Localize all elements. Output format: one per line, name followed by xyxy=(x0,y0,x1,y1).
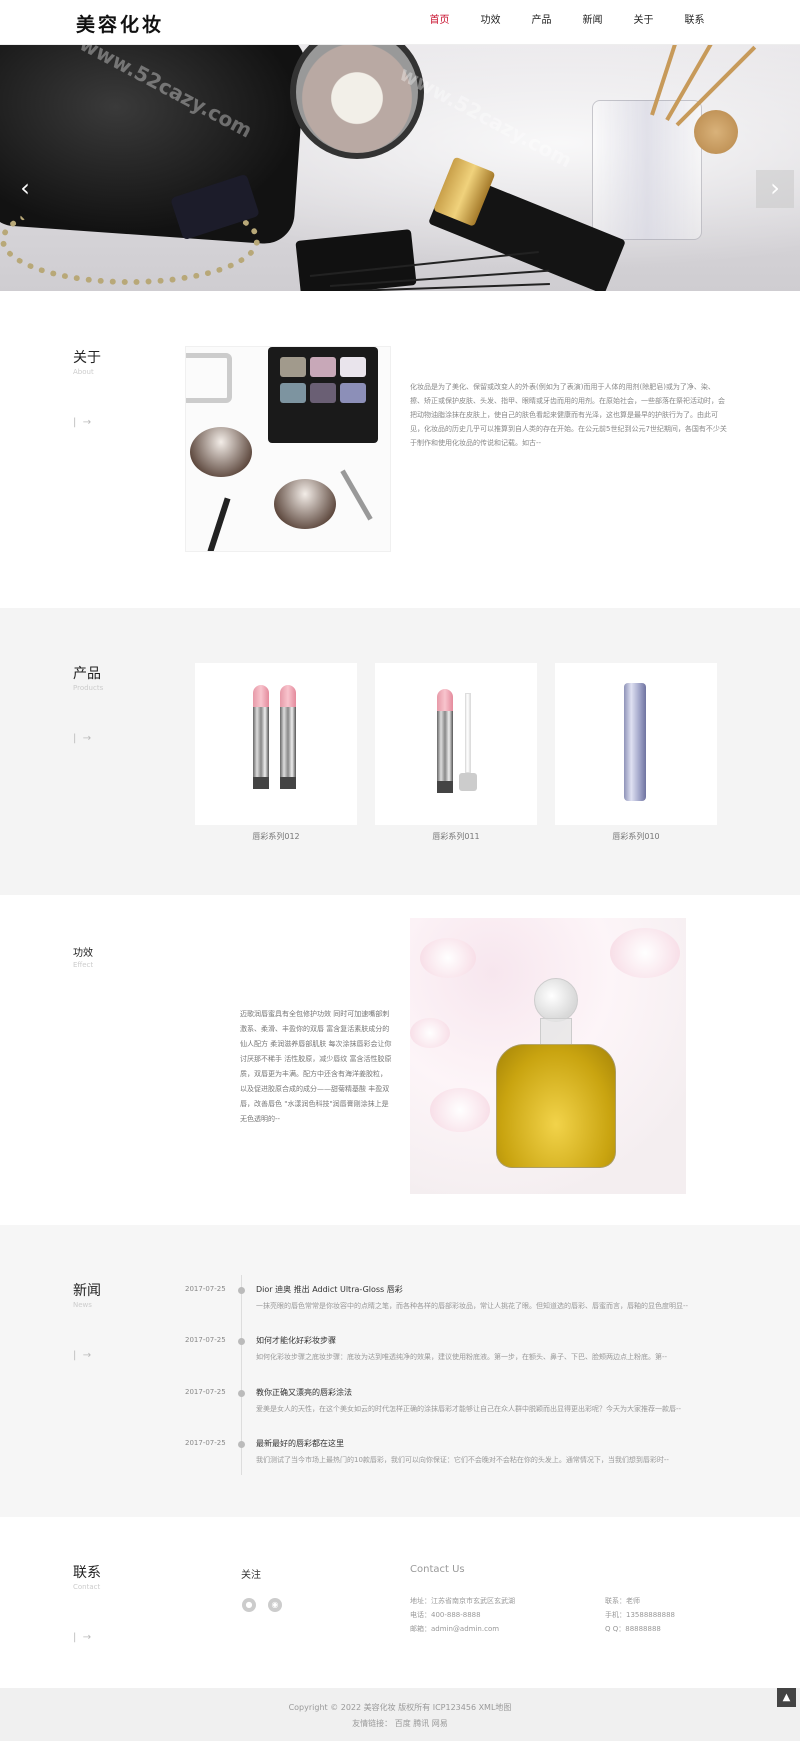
gloss-wand xyxy=(465,693,471,773)
nav-item-home[interactable]: 首页 xyxy=(414,0,465,45)
chevron-left-icon: ‹ xyxy=(20,174,30,202)
lipstick-image xyxy=(253,685,269,789)
eyelash-curler xyxy=(186,353,232,403)
contact-address: 地址：江苏省南京市玄武区玄武湖 xyxy=(410,1597,515,1605)
site-header: 美容化妆 首页 功效 产品 新闻 关于 联系 xyxy=(0,0,800,45)
products-more-link[interactable]: | → xyxy=(73,733,91,744)
banner-next-button[interactable]: › xyxy=(756,170,794,208)
banner-diffuser-bottle xyxy=(592,100,702,240)
lipstick-image xyxy=(280,685,296,789)
contact-person: 联系：老师 xyxy=(605,1597,640,1605)
products-title: 产品 xyxy=(73,666,101,682)
about-description: 化妆品是为了美化、保留或改变人的外表(例如为了表演)而用于人体的用剂(除肥皂)或… xyxy=(410,383,727,447)
friend-links[interactable]: 友情链接： 百度 腾讯 网易 xyxy=(0,1718,800,1729)
eyeshadow-palette xyxy=(268,347,378,443)
banner-wood-flower xyxy=(694,110,738,154)
news-title-link[interactable]: 最新最好的唇彩都在这里 xyxy=(256,1438,344,1449)
effect-title: 功效 xyxy=(73,948,93,959)
products-section: 产品 Products | → 唇彩系列012 唇彩系列011 唇彩系列010 xyxy=(0,608,800,895)
gloss-cap xyxy=(459,773,477,791)
copyright-text: Copyright © 2022 美容化妆 版权所有 ICP123456 XML… xyxy=(288,1703,512,1712)
site-logo[interactable]: 美容化妆 xyxy=(76,10,164,37)
follow-label: 关注 xyxy=(241,1570,261,1581)
banner-prev-button[interactable]: ‹ xyxy=(6,170,44,208)
product-card[interactable] xyxy=(375,663,537,825)
news-item[interactable]: 2017-07-25 如何才能化好彩妆步骤 如何化彩妆步骤之底妆步骤：底妆为达到… xyxy=(0,1336,800,1376)
lip-gloss-tube xyxy=(624,683,646,801)
about-subtitle: About xyxy=(73,368,94,376)
news-date: 2017-07-25 xyxy=(185,1439,226,1447)
nav-item-effect[interactable]: 功效 xyxy=(465,0,516,45)
contact-mobile: 手机：13588888888 xyxy=(605,1611,675,1619)
qq-icon[interactable]: ● xyxy=(242,1598,256,1612)
back-to-top-button[interactable]: ▲ xyxy=(777,1688,796,1707)
news-section: 新闻 News | → 2017-07-25 Dior 迪奥 推出 Addict… xyxy=(0,1225,800,1517)
mascara-wand xyxy=(207,497,231,551)
nav-item-products[interactable]: 产品 xyxy=(516,0,567,45)
news-item[interactable]: 2017-07-25 最新最好的唇彩都在这里 我们测试了当今市场上最热门的10款… xyxy=(0,1439,800,1479)
news-title-link[interactable]: Dior 迪奥 推出 Addict Ultra-Gloss 唇彩 xyxy=(256,1284,403,1295)
news-excerpt: 一抹亮眼的唇色常常是你妆容中的点睛之笔，而各种各样的唇部彩妆品，常让人挑花了眼。… xyxy=(256,1302,689,1310)
news-item[interactable]: 2017-07-25 Dior 迪奥 推出 Addict Ultra-Gloss… xyxy=(0,1285,800,1325)
contact-title: 联系 xyxy=(73,1565,101,1581)
news-date: 2017-07-25 xyxy=(185,1388,226,1396)
contact-subtitle: Contact xyxy=(73,1583,101,1591)
product-name[interactable]: 唇彩系列010 xyxy=(555,831,717,842)
site-footer: Copyright © 2022 美容化妆 版权所有 ICP123456 XML… xyxy=(0,1688,800,1741)
timeline-dot xyxy=(238,1338,245,1345)
product-name[interactable]: 唇彩系列012 xyxy=(195,831,357,842)
contact-phone: 电话：400-888-8888 xyxy=(410,1611,481,1619)
news-title-link[interactable]: 教你正确又漂亮的唇彩涂法 xyxy=(256,1387,352,1398)
arrow-right-icon: | → xyxy=(73,417,92,428)
nav-item-contact[interactable]: 联系 xyxy=(669,0,720,45)
news-date: 2017-07-25 xyxy=(185,1285,226,1293)
effect-image xyxy=(410,918,686,1194)
news-item[interactable]: 2017-07-25 教你正确又漂亮的唇彩涂法 爱美是女人的天性，在这个美女如云… xyxy=(0,1388,800,1428)
hero-banner: www.52cazy.com www.52cazy.com ‹ › xyxy=(0,45,800,291)
effect-description: 迈歌润唇蜜具有全包修护功效 同时可加速嘴部刺激系、柔滑、丰盈你的双唇 富含复活素… xyxy=(240,1010,392,1123)
timeline-dot xyxy=(238,1441,245,1448)
news-excerpt: 如何化彩妆步骤之底妆步骤：底妆为达到唯透纯净的效果，建议使用粉底液。第一步，在额… xyxy=(256,1353,668,1361)
product-card[interactable] xyxy=(555,663,717,825)
news-title-link[interactable]: 如何才能化好彩妆步骤 xyxy=(256,1335,336,1346)
blush-brush xyxy=(274,479,336,529)
contact-qq: Q Q：88888888 xyxy=(605,1625,661,1633)
product-name[interactable]: 唇彩系列011 xyxy=(375,831,537,842)
contact-more-link[interactable]: | → xyxy=(73,1632,91,1643)
contact-email[interactable]: 邮箱：admin@admin.com xyxy=(410,1624,499,1634)
news-excerpt: 爱美是女人的天性，在这个美女如云的时代怎样正确的涂抹唇彩才能够让自己在众人群中脱… xyxy=(256,1405,682,1413)
powder-brush xyxy=(190,427,252,477)
effect-subtitle: Effect xyxy=(73,961,94,969)
nav-item-about[interactable]: 关于 xyxy=(618,0,669,45)
products-subtitle: Products xyxy=(73,684,104,692)
detail-brush xyxy=(340,469,373,521)
arrow-right-icon: | → xyxy=(73,733,92,744)
timeline-dot xyxy=(238,1287,245,1294)
news-date: 2017-07-25 xyxy=(185,1336,226,1344)
nav-item-news[interactable]: 新闻 xyxy=(567,0,618,45)
wechat-icon[interactable]: ◉ xyxy=(268,1598,282,1612)
contact-us-heading: Contact Us xyxy=(410,1564,465,1575)
about-more-link[interactable]: | → xyxy=(73,417,91,428)
arrow-up-icon: ▲ xyxy=(782,1692,791,1703)
lipstick-image xyxy=(437,689,453,793)
product-card[interactable] xyxy=(195,663,357,825)
about-title: 关于 xyxy=(73,350,101,366)
chevron-right-icon: › xyxy=(770,174,780,202)
timeline-dot xyxy=(238,1390,245,1397)
about-image xyxy=(185,346,391,552)
arrow-right-icon: | → xyxy=(73,1632,92,1643)
news-excerpt: 我们测试了当今市场上最热门的10款唇彩，我们可以向你保证：它们不会晚对不会粘在你… xyxy=(256,1456,669,1464)
main-nav: 首页 功效 产品 新闻 关于 联系 xyxy=(414,0,720,45)
oil-bottle xyxy=(496,978,616,1168)
